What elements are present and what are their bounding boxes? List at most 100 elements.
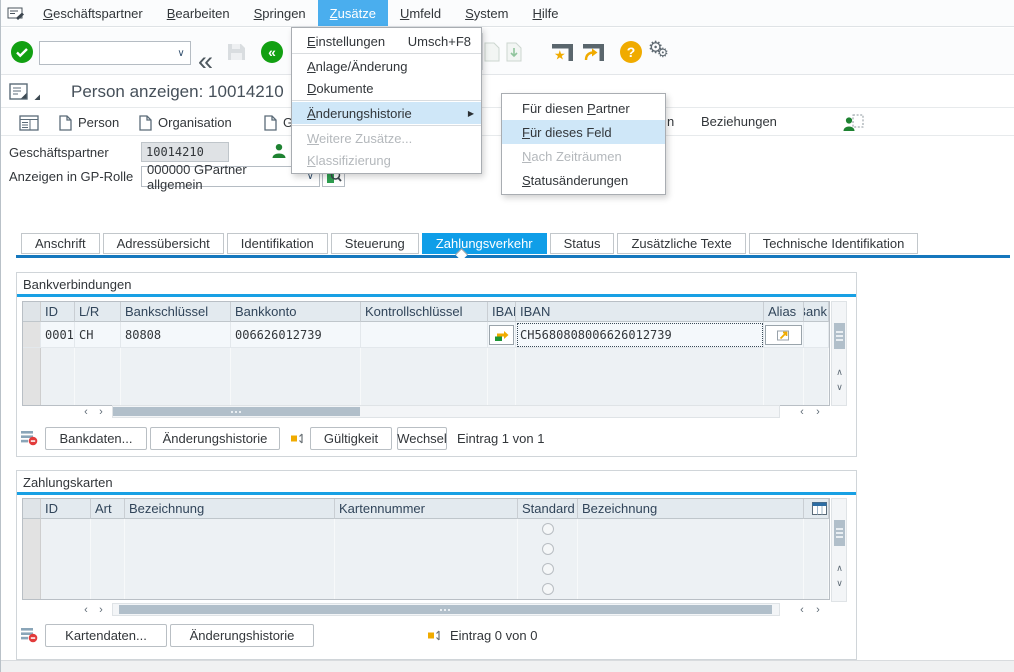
column-header[interactable] (804, 499, 829, 519)
alias-button[interactable] (765, 325, 802, 345)
tab-status[interactable]: Status (550, 233, 615, 254)
scroll-right-icon[interactable]: › (94, 404, 108, 419)
sort-icon[interactable] (427, 628, 442, 646)
column-header[interactable]: Kontrollschlüssel (361, 302, 488, 322)
enter-icon[interactable] (11, 41, 33, 63)
column-header[interactable]: Bank (804, 302, 829, 322)
system-menu-icon[interactable] (1, 0, 31, 26)
exit-icon[interactable]: « (261, 41, 283, 63)
delete-card-row-icon[interactable] (20, 626, 38, 646)
column-header[interactable]: Alias (764, 302, 804, 322)
column-header[interactable]: Bezeichnung (578, 499, 804, 519)
menubar-item-system[interactable]: System (453, 0, 520, 26)
command-field[interactable]: ∨ (39, 41, 191, 65)
menu-item-dokumente[interactable]: Dokumente (292, 77, 481, 99)
standard-radio[interactable] (542, 563, 554, 575)
table-row[interactable] (23, 386, 829, 405)
scroll-down-icon[interactable]: ∨ (833, 576, 846, 590)
bank-change-history-button[interactable]: Änderungshistorie (150, 427, 280, 450)
sort-icon[interactable] (290, 431, 305, 449)
table-row[interactable] (23, 539, 829, 559)
card-data-button[interactable]: Kartendaten... (45, 624, 167, 647)
table-row[interactable] (23, 348, 829, 367)
table-settings-icon[interactable] (812, 502, 827, 515)
scroll-down-icon[interactable]: ∨ (833, 380, 846, 394)
partner-switch-icon[interactable] (843, 112, 864, 133)
menu-item-nderungshistorie[interactable]: Änderungshistorie▶ (292, 102, 481, 124)
print-preview-icon[interactable] (506, 42, 522, 65)
scroll-left-icon[interactable]: ‹ (795, 602, 809, 617)
validity-button[interactable]: Gültigkeit (310, 427, 392, 450)
column-header[interactable]: IBAN (516, 302, 764, 322)
customize-layout-icon[interactable]: ⚙ ⚙ (648, 42, 672, 66)
menu-item-weitere-zus-tze[interactable]: Weitere Zusätze... (292, 127, 481, 149)
new-session-icon[interactable]: ★ (550, 43, 574, 65)
delete-bank-row-icon[interactable] (20, 429, 38, 449)
menu-item-anlage-nderung[interactable]: Anlage/Änderung (292, 55, 481, 77)
standard-radio[interactable] (542, 583, 554, 595)
menubar-item-bearbeiten[interactable]: Bearbeiten (155, 0, 242, 26)
menu-item-einstellungen[interactable]: EinstellungenUmsch+F8 (292, 30, 481, 52)
column-header[interactable]: IBAN (488, 302, 516, 322)
menu-item-klassifizierung[interactable]: Klassifizierung (292, 149, 481, 171)
column-header[interactable] (23, 302, 41, 322)
table-row[interactable] (23, 559, 829, 579)
iban-display-button[interactable] (489, 325, 514, 345)
organisation-button[interactable]: Organisation (139, 112, 232, 133)
scroll-left-icon[interactable]: ‹ (79, 404, 93, 419)
submenu-item-f-r-diesen-partner[interactable]: Für diesen Partner (502, 96, 665, 120)
table-row[interactable]: 0001CH80808006626012739CH568080800662601… (23, 322, 829, 348)
bank-horizontal-scrollbar[interactable]: ‹ › ‹ › (22, 404, 830, 419)
column-header[interactable]: Standard (518, 499, 578, 519)
cards-horizontal-scrollbar[interactable]: ‹ › ‹ › (22, 602, 830, 617)
column-header[interactable]: ID (41, 499, 91, 519)
change-button[interactable]: Wechsel (397, 427, 447, 450)
column-header[interactable] (23, 499, 41, 519)
scrollbar-thumb[interactable] (834, 520, 845, 546)
menubar-item-springen[interactable]: Springen (242, 0, 318, 26)
column-header[interactable]: Bankkonto (231, 302, 361, 322)
business-partner-field[interactable]: 10014210 (141, 142, 229, 162)
table-row[interactable] (23, 519, 829, 539)
scroll-right-icon[interactable]: › (811, 602, 825, 617)
bank-data-button[interactable]: Bankdaten... (45, 427, 147, 450)
help-icon[interactable]: ? (620, 41, 642, 66)
submenu-item-nach-zeitr-umen[interactable]: Nach Zeiträumen (502, 144, 665, 168)
scroll-up-icon[interactable]: ∧ (833, 365, 846, 379)
menubar-item-gesch-ftspartner[interactable]: Geschäftspartner (31, 0, 155, 26)
cards-vertical-scrollbar[interactable]: ∧ ∨ (831, 498, 847, 602)
scroll-right-icon[interactable]: › (94, 602, 108, 617)
person-button[interactable]: Person (59, 112, 119, 133)
menubar-item-umfeld[interactable]: Umfeld (388, 0, 453, 26)
tab-adress-bersicht[interactable]: Adressübersicht (103, 233, 224, 254)
scroll-left-icon[interactable]: ‹ (79, 602, 93, 617)
menubar-item-hilfe[interactable]: Hilfe (520, 0, 570, 26)
card-change-history-button[interactable]: Änderungshistorie (170, 624, 314, 647)
column-header[interactable]: Kartennummer (335, 499, 518, 519)
bank-vertical-scrollbar[interactable]: ∧ ∨ (831, 301, 847, 406)
column-header[interactable]: Art (91, 499, 125, 519)
tab-anschrift[interactable]: Anschrift (21, 233, 100, 254)
column-header[interactable]: ID (41, 302, 75, 322)
save-icon[interactable] (226, 42, 247, 65)
menubar-item-zus-tze[interactable]: Zusätze (318, 0, 388, 26)
standard-radio[interactable] (542, 543, 554, 555)
scroll-right-icon[interactable]: › (811, 404, 825, 419)
tab-steuerung[interactable]: Steuerung (331, 233, 419, 254)
tab-zus-tzliche-texte[interactable]: Zusätzliche Texte (617, 233, 745, 254)
scrollbar-thumb[interactable] (834, 323, 845, 349)
scrollbar-thumb[interactable] (113, 407, 360, 416)
tab-identifikation[interactable]: Identifikation (227, 233, 328, 254)
column-header[interactable]: Bankschlüssel (121, 302, 231, 322)
command-input[interactable] (40, 42, 172, 64)
scrollbar-thumb[interactable] (119, 605, 772, 614)
scroll-left-icon[interactable]: ‹ (795, 404, 809, 419)
relations-button[interactable]: Beziehungen (701, 114, 777, 129)
scroll-up-icon[interactable]: ∧ (833, 561, 846, 575)
table-row[interactable] (23, 579, 829, 599)
iban-value-cell[interactable]: CH5680808006626012739 (516, 322, 764, 348)
standard-radio[interactable] (542, 523, 554, 535)
print-icon[interactable] (484, 42, 500, 65)
partially-hidden-button[interactable]: n (667, 114, 674, 129)
tab-technische-identifikation[interactable]: Technische Identifikation (749, 233, 919, 254)
